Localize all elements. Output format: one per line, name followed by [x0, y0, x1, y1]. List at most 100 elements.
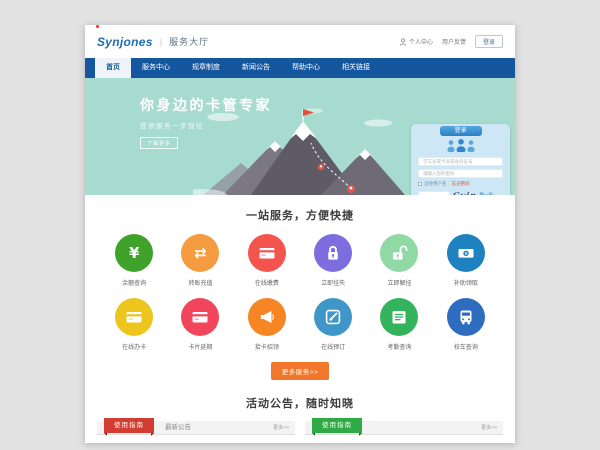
users-icon — [444, 138, 478, 152]
announcements-section: 活动公告，随时知晓 使用指南 最新公告 更多>> 使用指南 更多>> — [85, 395, 515, 435]
service-label: 考勤查询 — [387, 342, 411, 351]
captcha-input[interactable] — [418, 191, 450, 196]
service-item-online-payment[interactable]: 在线缴费 — [248, 234, 286, 287]
service-label: 转账充值 — [188, 278, 212, 287]
more-services-button[interactable]: 更多服务>> — [271, 362, 330, 380]
header-login-button[interactable]: 登录 — [475, 35, 503, 48]
service-label: 立即解挂 — [387, 278, 411, 287]
more-link[interactable]: 更多>> — [273, 421, 289, 435]
remember-label: 记住用户名 — [424, 181, 447, 187]
card-icon — [124, 307, 144, 327]
separator: | — [449, 182, 450, 187]
service-label: 余额查询 — [122, 278, 146, 287]
login-tab[interactable]: 登录 — [440, 126, 482, 136]
service-item-cancel-loss[interactable]: 立即解挂 — [380, 234, 418, 287]
unlock-icon — [389, 243, 409, 263]
service-item-online-booking[interactable]: 在线预订 — [314, 298, 352, 351]
captcha-refresh-link[interactable]: 换一张 — [480, 192, 494, 195]
logo-accent-dot — [96, 25, 99, 28]
service-label: 补助领取 — [454, 278, 478, 287]
service-item-subsidy[interactable]: ¥ 补助领取 — [447, 234, 485, 287]
service-item-transfer[interactable]: ⇄ 转账充值 — [181, 234, 219, 287]
list-icon — [389, 307, 409, 327]
service-circle[interactable]: ¥ — [447, 234, 485, 272]
site-name: 服务大厅 — [169, 35, 209, 48]
services-section: 一站服务，方便快捷 ¥ 余额查询 ⇄ 转账充值 — [85, 195, 515, 380]
service-circle[interactable] — [380, 234, 418, 272]
hero-banner: 你身边的卡管专家 提供服务一步到位 了解更多 登录 记住用户名 | 忘记密码 C — [85, 78, 515, 195]
service-circle[interactable]: ¥ — [115, 234, 153, 272]
service-item-school-bus[interactable]: 校车查询 — [447, 298, 485, 351]
nav-item-news[interactable]: 新闻公告 — [231, 58, 281, 78]
banknote-icon: ¥ — [456, 243, 476, 263]
nav-item-service-center[interactable]: 服务中心 — [131, 58, 181, 78]
service-label: 卡片延期 — [188, 342, 212, 351]
nav-item-rules[interactable]: 规章制度 — [181, 58, 231, 78]
tab-latest-news[interactable]: 最新公告 — [165, 421, 191, 435]
service-circle[interactable] — [181, 298, 219, 336]
services-grid: ¥ 余额查询 ⇄ 转账充值 在线缴费 — [85, 234, 515, 351]
service-label: 拾卡招领 — [255, 342, 279, 351]
hero-title: 你身边的卡管专家 — [140, 95, 272, 115]
service-label: 立即挂失 — [321, 278, 345, 287]
ribbon-tab-guide[interactable]: 使用指南 — [312, 418, 362, 433]
announcement-panel-left: 使用指南 最新公告 更多>> — [97, 421, 295, 435]
service-label: 在线办卡 — [122, 342, 146, 351]
service-circle[interactable] — [314, 234, 352, 272]
edit-icon — [323, 307, 343, 327]
more-link[interactable]: 更多>> — [481, 421, 497, 435]
service-item-report-loss[interactable]: 立即挂失 — [314, 234, 352, 287]
ribbon-tab-guide[interactable]: 使用指南 — [104, 418, 154, 433]
service-item-apply-card[interactable]: 在线办卡 — [115, 298, 153, 351]
header: Synjones | 服务大厅 个人中心 用户反馈 登录 — [85, 25, 515, 58]
captcha-row: Cyjp 换一张 — [418, 190, 503, 195]
hero-cta-button[interactable]: 了解更多 — [140, 137, 178, 149]
user-feedback-link[interactable]: 用户反馈 — [442, 37, 466, 46]
tabbar: 使用指南 更多>> — [305, 421, 503, 435]
yuan-icon: ¥ — [129, 246, 139, 261]
ribbon-fold — [312, 433, 315, 436]
service-label: 在线缴费 — [255, 278, 279, 287]
card-icon — [257, 243, 277, 263]
ribbon-fold — [104, 433, 107, 436]
nav-item-home[interactable]: 首页 — [95, 58, 131, 78]
password-input[interactable] — [418, 169, 503, 178]
captcha-image[interactable]: Cyjp — [452, 190, 477, 195]
service-circle[interactable] — [248, 234, 286, 272]
service-circle[interactable] — [248, 298, 286, 336]
service-item-balance[interactable]: ¥ 余额查询 — [115, 234, 153, 287]
nav-item-links[interactable]: 相关链接 — [331, 58, 381, 78]
service-item-found-card[interactable]: 拾卡招领 — [248, 298, 286, 351]
announcement-panels: 使用指南 最新公告 更多>> 使用指南 更多>> — [85, 421, 515, 435]
user-feedback-label: 用户反馈 — [442, 37, 466, 46]
personal-center-link[interactable]: 个人中心 — [399, 37, 433, 46]
services-title: 一站服务，方便快捷 — [85, 207, 515, 223]
megaphone-icon — [257, 307, 277, 327]
main-nav: 首页 服务中心 规章制度 新闻公告 帮助中心 相关链接 — [85, 58, 515, 78]
card-icon — [190, 307, 210, 327]
header-divider: | — [160, 37, 162, 47]
ribbon-fold — [359, 433, 362, 436]
bus-icon — [456, 307, 476, 327]
logo[interactable]: Synjones | 服务大厅 — [97, 35, 209, 49]
service-circle[interactable] — [447, 298, 485, 336]
remember-checkbox[interactable] — [418, 182, 422, 186]
service-circle[interactable] — [115, 298, 153, 336]
hero-copy: 你身边的卡管专家 提供服务一步到位 了解更多 — [140, 95, 272, 150]
service-circle[interactable] — [380, 298, 418, 336]
service-item-attendance[interactable]: 考勤查询 — [380, 298, 418, 351]
service-label: 在线预订 — [321, 342, 345, 351]
service-item-card-extension[interactable]: 卡片延期 — [181, 298, 219, 351]
remember-row: 记住用户名 | 忘记密码 — [418, 181, 503, 187]
nav-item-help-center[interactable]: 帮助中心 — [281, 58, 331, 78]
personal-center-label: 个人中心 — [409, 37, 433, 46]
login-panel: 登录 记住用户名 | 忘记密码 Cyjp 换一张 登录 — [411, 124, 510, 195]
announcement-panel-right: 使用指南 更多>> — [305, 421, 503, 435]
forgot-password-link[interactable]: 忘记密码 — [452, 181, 470, 187]
service-label: 校车查询 — [454, 342, 478, 351]
username-input[interactable] — [418, 157, 503, 166]
ribbon-fold — [151, 433, 154, 436]
service-circle[interactable] — [314, 298, 352, 336]
service-circle[interactable]: ⇄ — [181, 234, 219, 272]
transfer-arrows-icon: ⇄ — [194, 246, 207, 261]
